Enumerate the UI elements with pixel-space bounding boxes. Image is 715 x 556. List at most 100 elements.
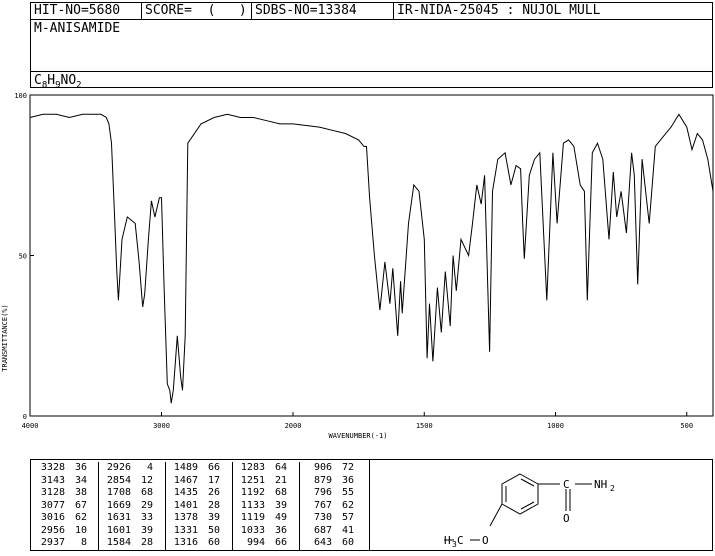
peak-wavenumber: 1331 [173,524,198,536]
peak-transmittance: 12 [140,474,153,486]
peak-row: 3328 36 [33,462,95,475]
peak-table: 3328 36 3143 34 3128 38 3077 67 3016 62 2956 10 2937… [30,459,370,551]
methoxy-oxygen: O [482,534,489,547]
peak-row: 3016 62 [33,512,95,525]
peak-transmittance: 36 [74,462,87,473]
peak-wavenumber: 1435 [173,487,198,498]
peak-wavenumber: 730 [313,512,332,523]
peak-transmittance: 28 [140,537,153,548]
peak-row: 1316 60 [166,537,230,550]
peak-transmittance: 39 [207,512,220,523]
sdbs-number: SDBS-NO=13384 [251,3,393,19]
peak-transmittance: 8 [80,537,87,548]
peak-transmittance: 67 [74,499,87,511]
peak-transmittance: 68 [274,487,287,498]
peak-wavenumber: 1316 [173,537,198,548]
peak-row: 1669 29 [99,500,163,513]
peak-transmittance: 66 [207,462,220,473]
peak-row: 1119 49 [233,512,297,525]
structure-panel: C NH 2 O O H 3 C [370,459,713,551]
peak-row: 1192 68 [233,487,297,500]
peak-row: 906 72 [300,462,366,475]
methoxy-c: C [457,534,464,547]
peak-transmittance: 36 [341,474,354,486]
peak-wavenumber: 1192 [240,487,265,498]
x-tick-label: 4000 [22,422,39,430]
peak-wavenumber: 796 [313,487,332,498]
peak-transmittance: 62 [74,512,87,523]
amide-nh: NH [594,478,607,491]
peak-row: 730 57 [300,512,366,525]
carbonyl-carbon: C [563,478,570,491]
x-tick-label: 500 [680,422,693,430]
peak-column: 3328 36 3143 34 3128 38 3077 67 3016 62 2956 10 2937… [33,462,95,550]
peak-wavenumber: 767 [313,499,332,511]
peak-transmittance: 34 [74,474,87,486]
formula-box: C8H9NO2 [31,71,712,91]
y-tick-label: 100 [14,92,27,100]
peak-row: 1378 39 [166,512,230,525]
peak-wavenumber: 1251 [240,474,265,486]
peak-row: 994 66 [233,537,297,550]
peak-wavenumber: 2937 [40,537,65,548]
peak-row: 2956 10 [33,525,95,538]
peak-column: 906 72 879 36 796 55 767 62 730 57 687 41 643 60 [299,462,366,550]
peak-column: 2926 4 2854 12 1708 68 1669 29 1631 33 1601 39 1584 2… [98,462,163,550]
x-tick-label: 1500 [416,422,433,430]
peak-row: 767 62 [300,500,366,513]
spectrum-line [29,113,714,404]
peak-transmittance: 41 [341,524,354,536]
peak-transmittance: 26 [207,487,220,498]
peak-wavenumber: 1033 [240,524,265,536]
peak-transmittance: 38 [74,487,87,498]
plot-frame [29,94,714,417]
peak-wavenumber: 906 [313,462,332,473]
peak-transmittance: 39 [140,524,153,536]
peak-wavenumber: 3143 [40,474,65,486]
compound-name: M-ANISAMIDE [34,21,121,36]
peak-transmittance: 10 [74,524,87,536]
peak-transmittance: 28 [207,499,220,511]
peak-wavenumber: 1119 [240,512,265,523]
peak-wavenumber: 2956 [40,524,65,536]
peak-row: 1331 50 [166,525,230,538]
y-tick-label: 50 [19,253,27,261]
peak-row: 643 60 [300,537,366,550]
peak-transmittance: 4 [146,462,153,473]
peak-wavenumber: 879 [313,474,332,486]
peak-wavenumber: 3077 [40,499,65,511]
peak-row: 1401 28 [166,500,230,513]
x-axis-label: WAVENUMBER(-1) [328,432,387,440]
ir-info: IR-NIDA-25045 : NUJOL MULL [393,3,712,19]
peak-row: 2937 8 [33,537,95,550]
peak-column: 1489 66 1467 17 1435 26 1401 28 1378 39 1331 50 1316… [165,462,230,550]
peak-row: 1251 21 [233,475,297,488]
hit-number: HIT-NO=5680 [34,3,121,18]
ir-spectrum-chart: 4000 3000 2000 1500 1000 500100500 WAVENUMBER… [1,92,714,440]
y-axis-label: TRANSMITTANCE(%) [1,304,9,371]
y-tick-label: 0 [23,413,27,421]
peak-wavenumber: 1489 [173,462,198,473]
peak-transmittance: 68 [140,487,153,498]
peak-row: 1489 66 [166,462,230,475]
peak-wavenumber: 1401 [173,499,198,511]
peak-wavenumber: 2854 [106,474,131,486]
score: SCORE= ( ) [141,3,251,19]
peak-wavenumber: 1601 [106,524,131,536]
bonds [444,483,592,541]
peak-row: 3077 67 [33,500,95,513]
methoxy-h: H [444,534,451,547]
peak-transmittance: 72 [341,462,354,473]
peak-transmittance: 62 [341,499,354,511]
peak-transmittance: 66 [274,537,287,548]
peak-row: 2854 12 [99,475,163,488]
peak-transmittance: 17 [207,474,220,486]
peak-transmittance: 33 [140,512,153,523]
peak-column: 1283 64 1251 21 1192 68 1133 39 1119 49 1033 36 994 6… [232,462,297,550]
peak-row: 1601 39 [99,525,163,538]
peak-transmittance: 64 [274,462,287,473]
peak-wavenumber: 1584 [106,537,131,548]
x-tick-label: 3000 [153,422,170,430]
peak-row: 1467 17 [166,475,230,488]
peak-row: 1283 64 [233,462,297,475]
